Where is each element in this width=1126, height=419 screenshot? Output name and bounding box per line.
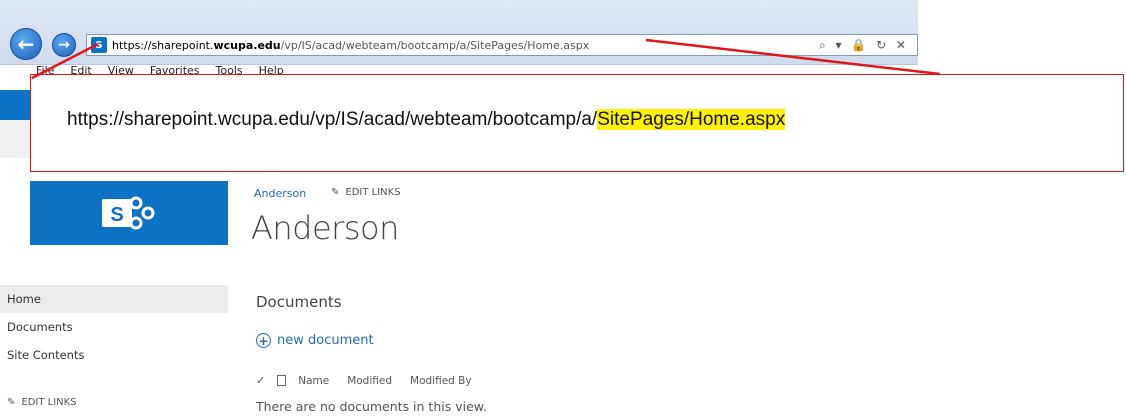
forward-button[interactable]: → xyxy=(52,33,76,57)
library-column-headers: ✓ Name Modified Modified By xyxy=(256,374,490,387)
new-document-label: new document xyxy=(277,333,374,348)
pencil-icon: ✎ xyxy=(331,187,340,198)
documents-heading[interactable]: Documents xyxy=(256,293,342,311)
back-button[interactable]: ← xyxy=(10,28,42,60)
edit-links-quicklaunch-label: EDIT LINKS xyxy=(21,397,77,408)
breadcrumb-anderson[interactable]: Anderson xyxy=(254,187,306,200)
address-bar[interactable]: S https:// sharepoint. wcupa.edu /vp/IS/… xyxy=(86,34,918,56)
plus-circle-icon: + xyxy=(256,333,271,348)
browser-chrome: ← → S https:// sharepoint. wcupa.edu /vp… xyxy=(0,0,918,65)
site-title: Anderson xyxy=(251,209,399,247)
pencil-icon: ✎ xyxy=(7,397,16,408)
sharepoint-logo-icon: S xyxy=(102,196,155,230)
url-path: /vp/IS/acad/webteam/bootcamp/a/SitePages… xyxy=(280,38,590,52)
quicklaunch-item-home[interactable]: Home xyxy=(0,285,228,313)
url-callout-text: https://sharepoint.wcupa.edu/vp/IS/acad/… xyxy=(67,109,786,131)
new-document-button[interactable]: + new document xyxy=(256,333,374,348)
url-host-sub: sharepoint. xyxy=(151,38,214,52)
column-header-modified[interactable]: Modified xyxy=(347,375,392,387)
quicklaunch-item-documents[interactable]: Documents xyxy=(0,313,228,341)
empty-library-message: There are no documents in this view. xyxy=(256,399,487,414)
column-header-modified-by[interactable]: Modified By xyxy=(410,375,472,387)
column-header-name[interactable]: Name xyxy=(298,375,329,387)
edit-links-top[interactable]: ✎ EDIT LINKS xyxy=(331,187,401,198)
suite-bar xyxy=(0,90,30,120)
quicklaunch-item-site-contents[interactable]: Site Contents xyxy=(0,341,228,369)
edit-links-top-label: EDIT LINKS xyxy=(345,187,401,198)
sharepoint-logo[interactable]: S xyxy=(30,181,228,245)
url-host-domain: wcupa.edu xyxy=(213,38,281,52)
edit-links-quicklaunch[interactable]: ✎ EDIT LINKS xyxy=(7,397,77,408)
svg-text:S: S xyxy=(110,204,123,226)
quick-launch: Home Documents Site Contents xyxy=(0,285,228,369)
file-type-icon xyxy=(277,375,287,386)
url-callout-highlight: SitePages/Home.aspx xyxy=(597,109,786,130)
url-callout-box: https://sharepoint.wcupa.edu/vp/IS/acad/… xyxy=(30,74,1124,172)
sharepoint-favicon-icon: S xyxy=(91,37,107,53)
url-scheme: https:// xyxy=(112,38,152,52)
url-callout-prefix: https://sharepoint.wcupa.edu/vp/IS/acad/… xyxy=(67,109,598,130)
arrow-right-icon: → xyxy=(58,37,70,53)
ribbon-strip xyxy=(0,120,30,158)
checkmark-icon[interactable]: ✓ xyxy=(256,374,265,387)
arrow-left-icon: ← xyxy=(17,32,35,56)
address-bar-icons[interactable]: ⌕ ▾ 🔒 ↻ ✕ xyxy=(819,38,909,53)
